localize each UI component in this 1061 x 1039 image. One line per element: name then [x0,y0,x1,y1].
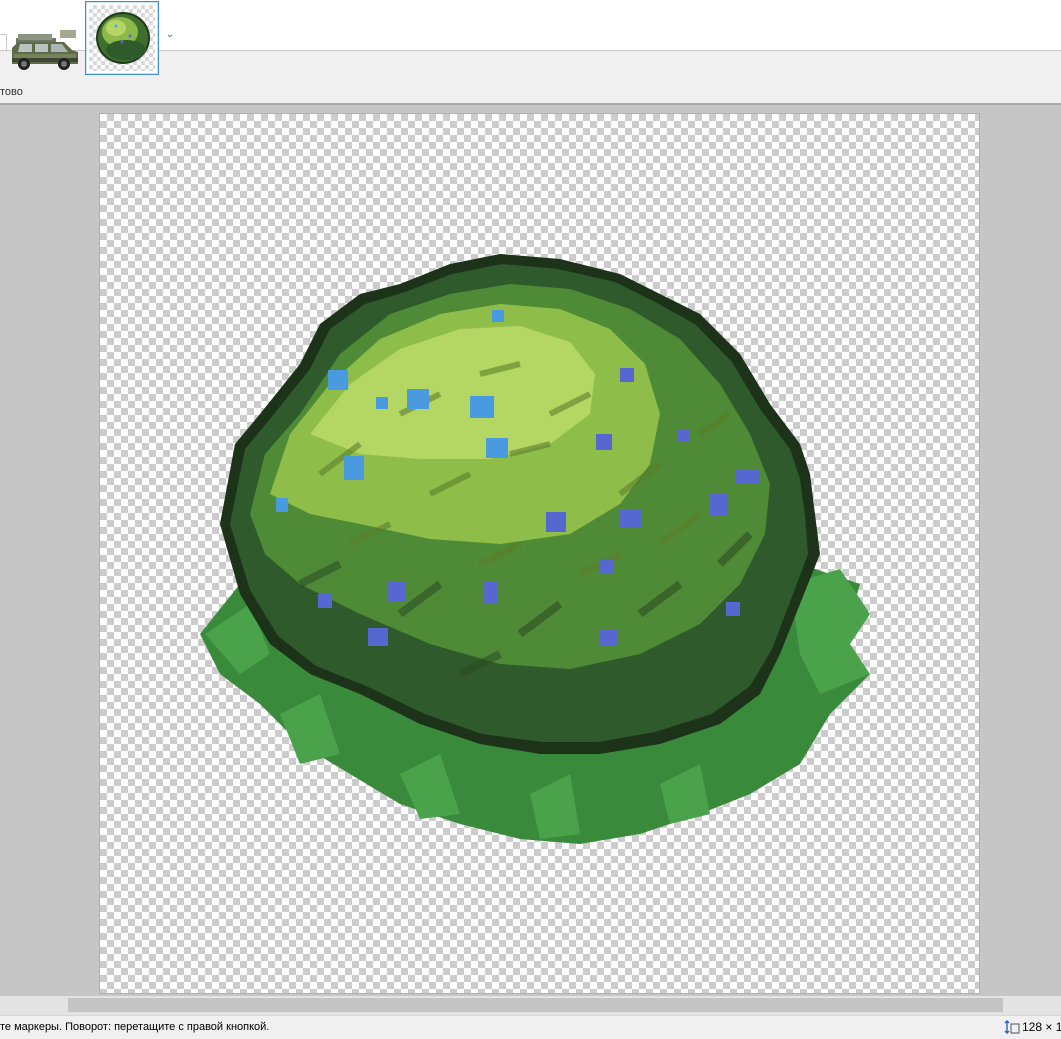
image-size-text: 128 × 1 [1022,1020,1061,1034]
bush-sprite-image [200,254,870,844]
bush-sprite-icon [96,12,150,64]
horizontal-scrollbar[interactable] [0,996,1061,1015]
tab-thumbnail-car[interactable] [8,26,82,76]
ready-label: тово [0,86,23,98]
status-hint: те маркеры. Поворот: перетащите с правой… [0,1021,270,1033]
scrollbar-thumb[interactable] [68,998,1003,1012]
chevron-down-icon[interactable]: ⌄ [163,28,177,42]
status-bar: те маркеры. Поворот: перетащите с правой… [0,1015,1061,1039]
car-sprite-icon [12,30,78,70]
tab-thumbnail-bush[interactable] [85,1,159,75]
image-canvas[interactable] [99,113,980,994]
image-size-icon [1004,1020,1020,1034]
work-area[interactable] [0,103,1061,996]
tab-strip-edge [0,34,7,51]
image-size-indicator: 128 × 1 [1004,1019,1061,1035]
image-tab-strip: ⌄ [0,0,1061,75]
